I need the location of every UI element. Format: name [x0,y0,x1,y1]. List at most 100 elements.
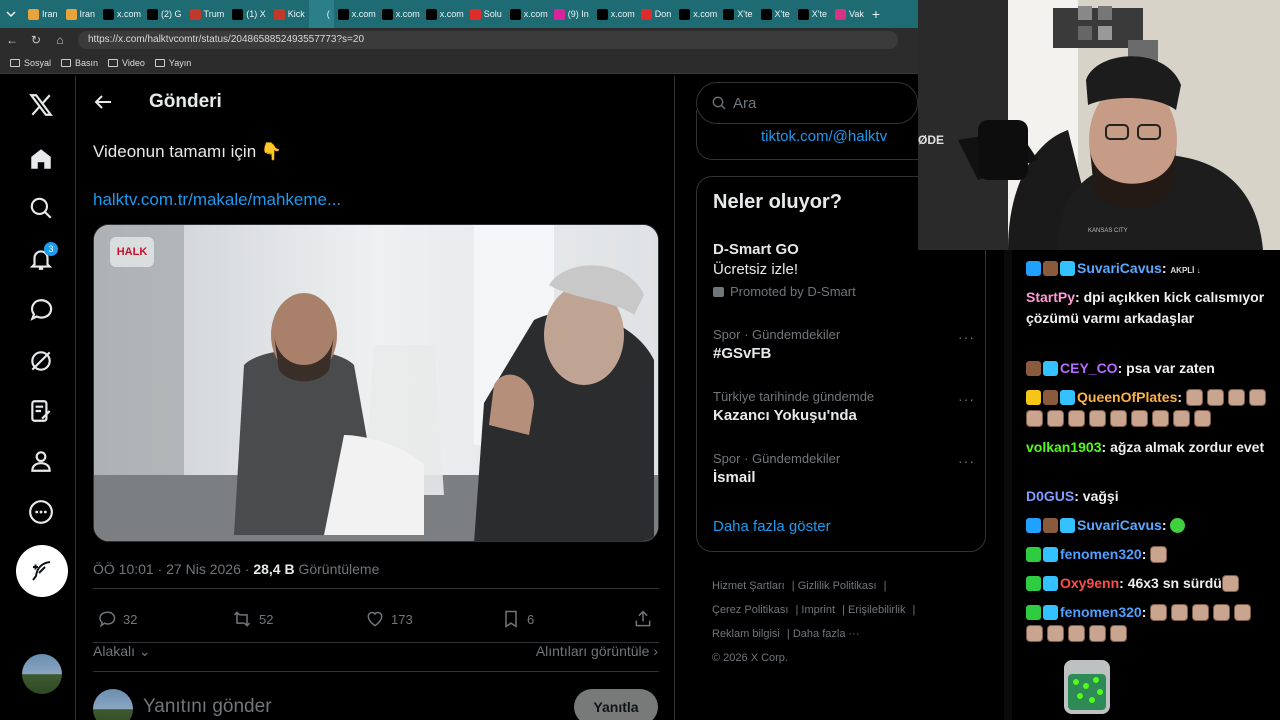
browser-tab[interactable]: X'te [794,0,831,28]
browser-tab[interactable]: Kick [270,0,309,28]
chat-username[interactable]: fenomen320 [1060,604,1142,620]
browser-tab[interactable]: X'te [757,0,794,28]
footer-link-more[interactable]: Daha fazla ··· [793,628,860,640]
trend-more-icon[interactable]: ··· [958,453,975,469]
like-button[interactable]: 173 [365,609,413,629]
browser-tab[interactable]: X'te [719,0,756,28]
chat-username[interactable]: SuvariCavus [1077,260,1162,276]
reload-icon[interactable]: ↻ [24,33,48,47]
home-nav-icon[interactable] [24,142,58,176]
promoted-text: Promoted by D-Smart [730,284,856,299]
lists-icon[interactable] [24,394,58,428]
trend-more-icon[interactable]: ··· [958,329,975,345]
chat-username[interactable]: SuvariCavus [1077,517,1162,533]
browser-tab[interactable]: x.com [422,0,466,28]
show-more-link[interactable]: Daha fazla göster [713,518,831,535]
browser-tab[interactable]: Trum [186,0,229,28]
browser-tab[interactable]: x.com [378,0,422,28]
related-dropdown[interactable]: Alakalı ⌄ [93,643,151,660]
share-button[interactable] [633,609,659,629]
back-nav-icon[interactable]: ← [0,33,24,47]
bookmark-sosyal[interactable]: Sosyal [10,58,51,68]
chat-username[interactable]: QueenOfPlates [1077,389,1177,405]
trend-item[interactable]: Spor · Gündemdekiler #GSvFB ··· [713,327,975,362]
tab-label: x.com [395,9,420,19]
chat-emote-icon [1213,604,1231,621]
chat-badge-icon [1043,605,1058,620]
footer-link-cookies[interactable]: Çerez Politikası [712,604,788,616]
tab-favicon-icon [381,8,393,20]
browser-tab[interactable]: (1) X [228,0,270,28]
browser-tab[interactable]: (2) G [143,0,186,28]
browser-tab[interactable]: ( [308,0,334,28]
tab-menu-icon[interactable] [0,0,24,28]
browser-tab[interactable]: (9) In [550,0,593,28]
tab-label: x.com [439,9,464,19]
bookmark-yayin[interactable]: Yayın [154,58,191,68]
explore-search-icon[interactable] [24,191,58,225]
browser-tab[interactable]: x.com [334,0,378,28]
trend-item[interactable]: Spor · Gündemdekiler İsmail ··· [713,451,975,486]
browser-tab[interactable]: x.com [593,0,637,28]
repost-button[interactable]: 52 [231,609,273,629]
back-arrow-icon[interactable] [93,92,113,112]
profile-tiktok-link[interactable]: tiktok.com/@halktv [761,128,887,145]
view-quotes-link[interactable]: Alıntıları görüntüle › [536,643,658,659]
new-tab-button[interactable]: + [868,0,884,28]
chat-text: ağza almak zordur evet [1110,439,1265,455]
browser-tab[interactable]: Iran [62,0,100,28]
url-field[interactable]: https://x.com/halktvcomtr/status/2048658… [78,31,898,49]
post-timestamp[interactable]: ÖÖ 10:01 · 27 Nis 2026 · [93,561,253,577]
browser-tab[interactable]: x.com [99,0,143,28]
bookmark-video[interactable]: Video [108,58,145,68]
divider [93,588,659,589]
post-link[interactable]: halktv.com.tr/makale/mahkeme... [93,190,341,210]
browser-tab[interactable]: Vak [831,0,868,28]
browser-tab[interactable]: Don [637,0,676,28]
chat-emote-icon [1089,625,1106,642]
account-avatar[interactable] [22,654,62,694]
footer-link-ads[interactable]: Reklam bilgisi [712,628,780,640]
reply-button[interactable]: 32 [97,609,137,629]
folder-icon [108,58,119,67]
chat-username[interactable]: CEY_CO [1060,360,1118,376]
chat-text: 46x3 sn sürdü [1127,575,1222,591]
footer-link-terms[interactable]: Hizmet Şartları [712,580,785,592]
tab-favicon-icon [337,8,349,20]
trend-item[interactable]: Türkiye tarihinde gündemde Kazancı Yokuş… [713,389,975,424]
chat-username[interactable]: StartPy [1026,289,1075,305]
footer-link-imprint[interactable]: Imprint [801,604,835,616]
home-icon[interactable]: ⌂ [48,33,72,47]
footer-link-privacy[interactable]: Gizlilik Politikası [798,580,877,592]
browser-tab[interactable]: x.com [675,0,719,28]
chat-username[interactable]: Oxy9enn [1060,575,1119,591]
chat-username[interactable]: fenomen320 [1060,546,1142,562]
messages-icon[interactable] [24,293,58,327]
tab-favicon-icon [509,8,521,20]
more-options-icon[interactable] [24,495,58,529]
chat-colon: : [1161,517,1171,533]
reply-input[interactable]: Yanıtını gönder [143,696,272,718]
footer-link-accessibility[interactable]: Erişilebilirlik [848,604,905,616]
browser-tab[interactable]: x.com [506,0,550,28]
browser-tab[interactable]: Solu [466,0,506,28]
compose-post-button[interactable] [16,545,68,597]
x-logo-icon[interactable] [24,88,58,122]
grok-icon[interactable] [24,344,58,378]
search-box[interactable]: Ara [696,82,918,124]
bookmark-basin[interactable]: Basın [61,58,98,68]
reply-submit-button[interactable]: Yanıtla [574,689,658,720]
profile-icon[interactable] [24,444,58,478]
chat-badge-icon [1026,261,1041,276]
post-video[interactable]: HALK [93,224,659,542]
chat-badge-icon [1043,518,1058,533]
chat-emote-icon [1068,410,1085,427]
bookmark-button[interactable]: 6 [501,609,534,629]
chat-username[interactable]: D0GUS [1026,488,1074,504]
chat-username[interactable]: volkan1903 [1026,439,1102,455]
trend-category: Spor · Gündemdekiler [713,327,841,342]
tab-favicon-icon [596,8,608,20]
chat-colon: : [1119,575,1128,591]
trend-more-icon[interactable]: ··· [958,391,975,407]
browser-tab[interactable]: Iran [24,0,62,28]
